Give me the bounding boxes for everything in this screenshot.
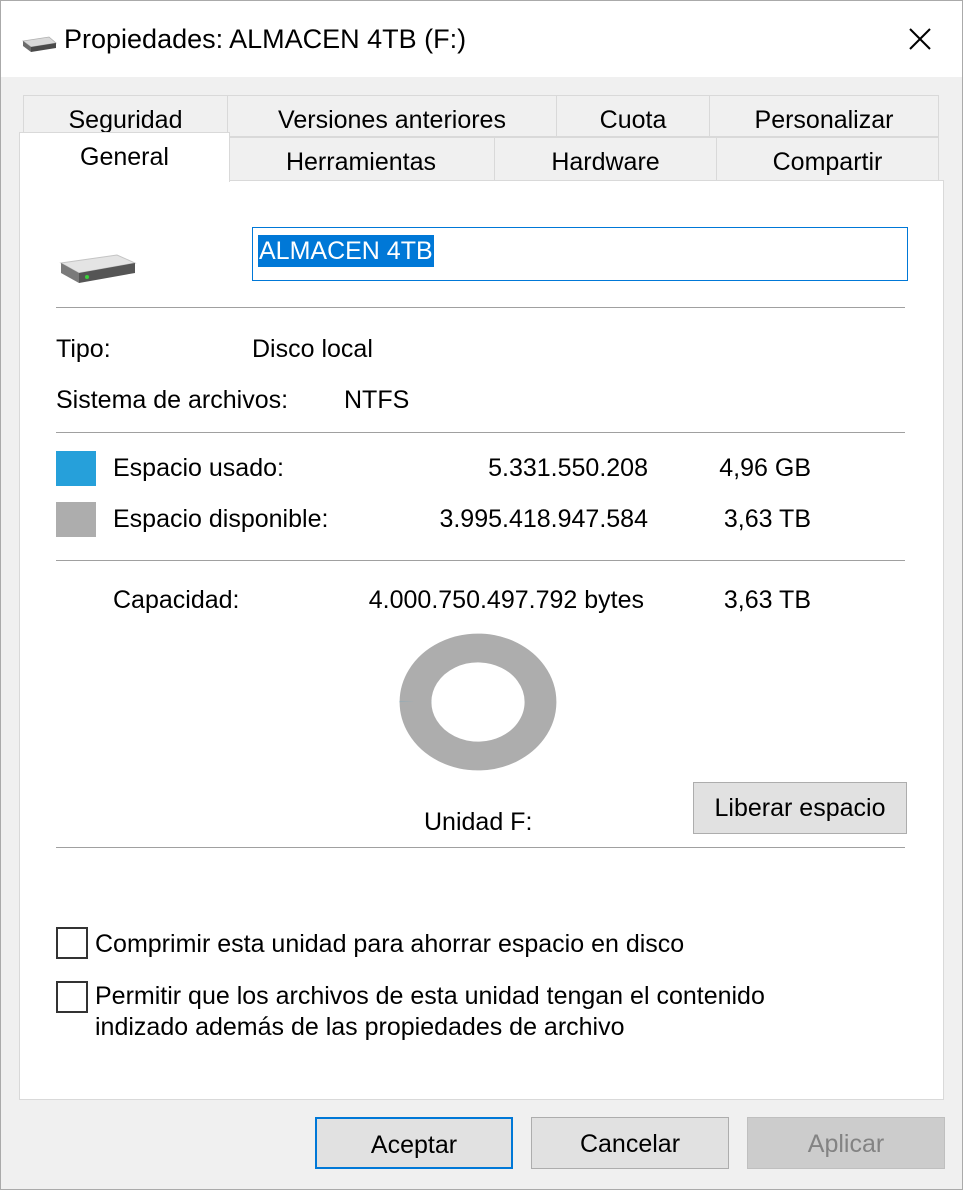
type-value: Disco local [252, 335, 373, 363]
properties-window: Propiedades: ALMACEN 4TB (F:) Seguridad … [0, 0, 963, 1190]
capacity-label: Capacidad: [113, 586, 240, 614]
capacity-bytes: 4.000.750.497.792 bytes [368, 586, 644, 614]
tab-versiones-anteriores[interactable]: Versiones anteriores [227, 95, 557, 137]
ok-button[interactable]: Aceptar [315, 1117, 513, 1169]
donut-slice-free [399, 633, 557, 771]
tab-general[interactable]: General [19, 132, 230, 182]
tab-seguridad[interactable]: Seguridad [23, 95, 228, 137]
compress-checkbox[interactable] [56, 927, 88, 959]
cancel-button[interactable]: Cancelar [531, 1117, 729, 1169]
free-space-label: Espacio disponible: [113, 505, 329, 533]
title-bar[interactable]: Propiedades: ALMACEN 4TB (F:) [1, 1, 962, 77]
separator [56, 560, 905, 561]
close-button[interactable] [881, 7, 959, 71]
capacity-size: 3,63 TB [723, 586, 811, 614]
close-icon [909, 28, 931, 50]
used-space-size: 4,96 GB [719, 454, 811, 482]
index-checkbox[interactable] [56, 981, 88, 1013]
type-label: Tipo: [56, 335, 111, 363]
index-label-line2: indizado además de las propiedades de ar… [95, 1013, 625, 1041]
tab-herramientas[interactable]: Herramientas [227, 137, 495, 181]
separator [56, 847, 905, 848]
free-up-space-button[interactable]: Liberar espacio [693, 782, 907, 834]
file-system-value: NTFS [344, 386, 410, 414]
tab-cuota[interactable]: Cuota [556, 95, 710, 137]
hard-drive-icon [59, 254, 137, 283]
index-label-line1: Permitir que los archivos de esta unidad… [95, 982, 765, 1010]
used-space-bytes: 5.331.550.208 [488, 454, 648, 482]
free-space-bytes: 3.995.418.947.584 [439, 505, 648, 533]
used-space-label: Espacio usado: [113, 454, 284, 482]
drive-name-input[interactable]: ALMACEN 4TB [252, 227, 908, 281]
drive-icon [21, 36, 57, 52]
usage-donut-chart [399, 633, 557, 771]
tab-personalizar[interactable]: Personalizar [709, 95, 939, 137]
drive-letter-label: Unidad F: [424, 808, 533, 836]
separator [56, 307, 905, 308]
free-space-size: 3,63 TB [723, 505, 811, 533]
tab-compartir[interactable]: Compartir [716, 137, 939, 181]
free-space-swatch [56, 502, 96, 537]
file-system-label: Sistema de archivos: [56, 386, 289, 414]
window-title: Propiedades: ALMACEN 4TB (F:) [64, 24, 467, 54]
separator [56, 432, 905, 433]
used-space-swatch [56, 451, 96, 486]
tab-hardware[interactable]: Hardware [494, 137, 717, 181]
apply-button[interactable]: Aplicar [747, 1117, 945, 1169]
compress-label: Comprimir esta unidad para ahorrar espac… [95, 930, 685, 958]
drive-name-value: ALMACEN 4TB [258, 235, 434, 267]
